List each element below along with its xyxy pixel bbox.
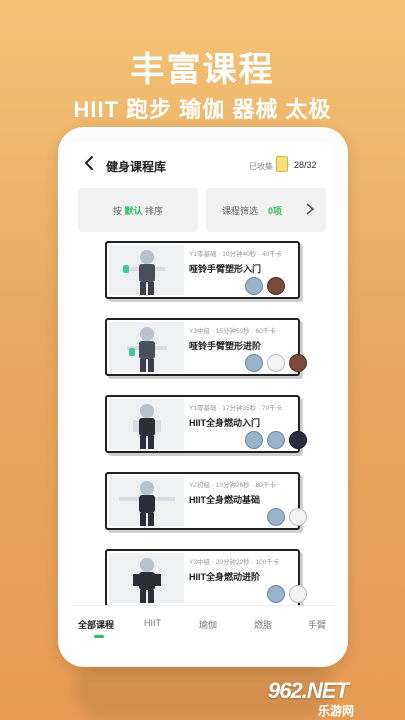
avatar — [245, 277, 263, 295]
course-meta: Y3中级 · 15分钟50秒 · 60千卡 — [189, 328, 276, 335]
course-card[interactable]: Y3中级 · 15分钟50秒 · 60千卡 哑铃手臂塑形进阶 — [105, 318, 307, 376]
collected-label: 已收集 — [249, 162, 273, 171]
course-meta: Y1零基础 · 10分钟40秒 · 40千卡 — [189, 251, 283, 258]
collection-card-icon — [276, 156, 288, 172]
active-tab-indicator — [94, 635, 104, 638]
tab-fat-burn[interactable]: 燃脂 — [254, 618, 272, 631]
avatar — [267, 585, 285, 603]
course-card[interactable]: Y1零基础 · 17分钟35秒 · 70千卡 HIIT全身燃动入门 — [105, 395, 307, 453]
tab-arms[interactable]: 手臂 — [308, 618, 326, 631]
chevron-right-icon — [306, 203, 315, 215]
avatar — [267, 277, 285, 295]
subline: HIIT 跑步 瑜伽 器械 太极 — [73, 97, 332, 122]
sort-prefix: 按 — [112, 206, 122, 216]
course-thumbnail — [109, 553, 184, 603]
course-filter-button[interactable]: 课程筛选 0项 — [206, 188, 326, 232]
avatar — [289, 431, 307, 449]
sort-button[interactable]: 按 默认 排序 — [78, 188, 198, 232]
course-card[interactable]: Y3中级 · 20分钟22秒 · 100千卡 HIIT全身燃动进阶 — [105, 549, 307, 607]
course-name: HIIT全身燃动进阶 — [189, 572, 260, 582]
avatar — [267, 508, 285, 526]
filter-count: 0项 — [268, 206, 283, 216]
top-bar: 健身课程库 已收集 28/32 — [72, 143, 334, 185]
collection-progress: 28/32 — [294, 160, 317, 170]
course-thumbnail — [109, 399, 184, 449]
course-card[interactable]: Y1零基础 · 10分钟40秒 · 40千卡 哑铃手臂塑形入门 — [105, 241, 300, 299]
course-name: HIIT全身燃动基础 — [189, 495, 260, 505]
filter-label: 课程筛选 — [222, 206, 259, 216]
course-meta: Y2初级 · 10分钟26秒 · 80千卡 — [189, 482, 276, 489]
avatar — [267, 431, 285, 449]
course-meta: Y3中级 · 20分钟22秒 · 100千卡 — [189, 559, 280, 566]
course-name: 哑铃手臂塑形入门 — [189, 264, 262, 274]
course-meta: Y1零基础 · 17分钟35秒 · 70千卡 — [189, 405, 283, 412]
sort-value: 默认 — [124, 206, 143, 216]
category-tab-bar: 全部课程 HIIT 瑜伽 燃脂 手臂 — [72, 605, 334, 641]
page-title: 健身课程库 — [106, 160, 167, 174]
avatar — [245, 431, 263, 449]
headline: 丰富课程 — [130, 51, 275, 89]
avatar — [267, 354, 285, 372]
course-name: HIIT全身燃动入门 — [189, 418, 260, 428]
watermark-site-name: 乐游网 — [318, 704, 355, 718]
tab-all-courses[interactable]: 全部课程 — [78, 618, 114, 631]
course-thumbnail — [109, 322, 184, 372]
course-thumbnail — [109, 245, 184, 295]
tab-hiit[interactable]: HIIT — [144, 618, 161, 628]
back-icon[interactable] — [82, 155, 98, 171]
watermark-logo: 962.NET — [268, 678, 349, 703]
avatar — [289, 354, 307, 372]
course-card[interactable]: Y2初级 · 10分钟26秒 · 80千卡 HIIT全身燃动基础 — [105, 472, 307, 530]
avatar — [245, 354, 263, 372]
course-name: 哑铃手臂塑形进阶 — [189, 341, 262, 351]
app-screen: 健身课程库 已收集 28/32 按 默认 排序 课程筛选 0项 Y1零基础 · — [72, 143, 334, 663]
avatar — [289, 585, 307, 603]
sort-suffix: 排序 — [145, 206, 164, 216]
avatar — [289, 508, 307, 526]
course-thumbnail — [109, 476, 184, 526]
tab-yoga[interactable]: 瑜伽 — [199, 618, 217, 631]
